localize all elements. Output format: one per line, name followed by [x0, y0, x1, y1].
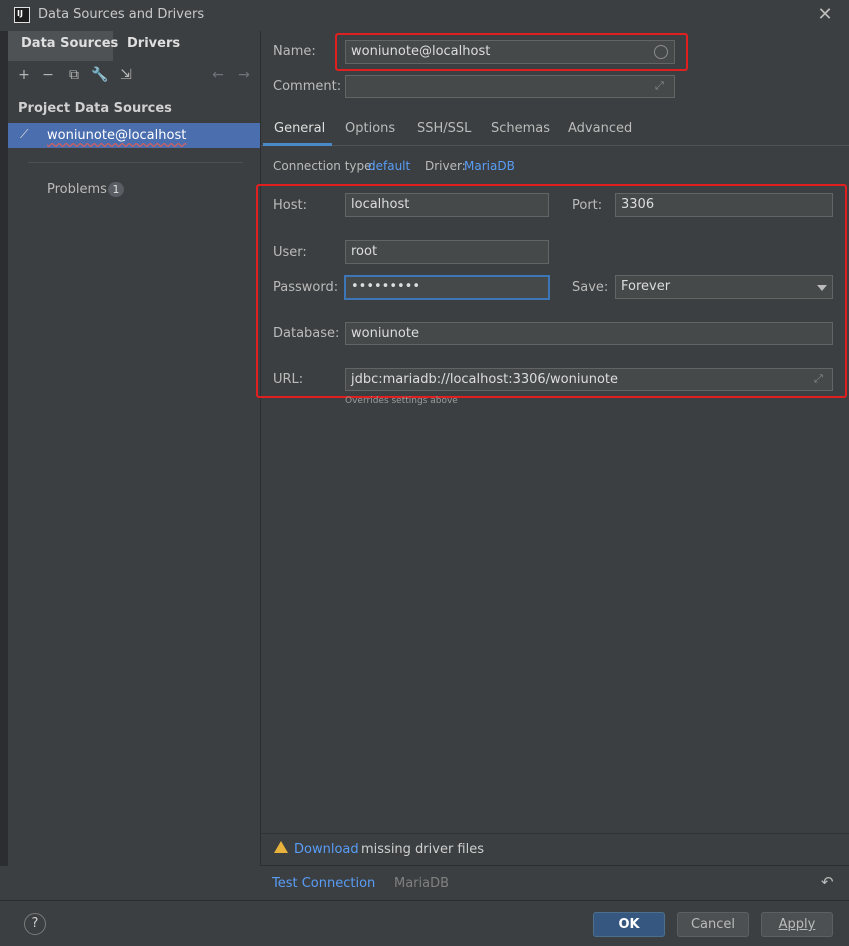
warning-icon: [274, 841, 288, 853]
database-label: Database:: [273, 326, 340, 341]
tab-data-sources-label[interactable]: Data Sources: [21, 36, 118, 51]
tab-general[interactable]: General: [274, 121, 325, 136]
tab-ssh-ssl[interactable]: SSH/SSL: [417, 121, 471, 136]
color-circle-icon[interactable]: [654, 45, 668, 59]
connection-type-link[interactable]: default: [368, 159, 410, 173]
user-label: User:: [273, 245, 307, 260]
warning-text: missing driver files: [361, 842, 485, 857]
intellij-logo-icon: [14, 7, 30, 23]
tab-advanced[interactable]: Advanced: [568, 121, 632, 136]
host-input[interactable]: localhost: [345, 193, 549, 217]
ok-button[interactable]: OK: [593, 912, 665, 937]
divider: [28, 162, 243, 163]
host-label: Host:: [273, 198, 307, 213]
tab-drivers[interactable]: Drivers: [127, 36, 180, 51]
window-title: Data Sources and Drivers: [38, 7, 205, 22]
test-connection-link[interactable]: Test Connection: [272, 876, 375, 891]
tab-options[interactable]: Options: [345, 121, 395, 136]
import-icon[interactable]: ⇲: [117, 66, 135, 84]
comment-label: Comment:: [273, 79, 342, 94]
tab-schemas[interactable]: Schemas: [491, 121, 550, 136]
save-label: Save:: [572, 280, 609, 295]
port-label: Port:: [572, 198, 603, 213]
left-edge: [0, 31, 8, 899]
wrench-icon[interactable]: 🔧: [91, 66, 109, 84]
name-input[interactable]: woniunote@localhost: [345, 40, 675, 64]
data-source-label[interactable]: woniunote@localhost: [47, 128, 186, 143]
driver-link[interactable]: MariaDB: [464, 159, 515, 173]
driver-status: MariaDB: [394, 876, 450, 891]
password-label: Password:: [273, 280, 339, 295]
password-input[interactable]: •••••••••: [344, 275, 550, 300]
problems-count-badge: 1: [108, 182, 124, 197]
comment-input[interactable]: [345, 75, 675, 98]
tabs-baseline: [261, 145, 849, 146]
forward-arrow-icon[interactable]: →: [235, 66, 253, 84]
user-input[interactable]: root: [345, 240, 549, 264]
add-icon[interactable]: +: [15, 66, 33, 84]
driver-label: Driver:: [425, 159, 466, 173]
database-input[interactable]: woniunote: [345, 322, 833, 345]
name-label: Name:: [273, 44, 316, 59]
revert-icon[interactable]: ↶: [821, 873, 834, 891]
expand-icon[interactable]: ⤢: [655, 79, 664, 93]
active-tab-indicator: [263, 143, 332, 146]
connection-type-label: Connection type:: [273, 159, 376, 173]
expand-icon[interactable]: ⤢: [814, 372, 823, 386]
help-icon[interactable]: ?: [24, 913, 46, 935]
url-input[interactable]: jdbc:mariadb://localhost:3306/woniunote: [345, 368, 833, 391]
close-icon[interactable]: ✕: [815, 4, 835, 26]
copy-icon[interactable]: ⧉: [65, 66, 83, 84]
port-input[interactable]: 3306: [615, 193, 833, 217]
cancel-button[interactable]: Cancel: [677, 912, 749, 937]
mariadb-icon: ⟋: [20, 127, 29, 141]
problems-item[interactable]: Problems: [47, 182, 107, 197]
chevron-down-icon[interactable]: [817, 285, 827, 291]
section-title: Project Data Sources: [18, 101, 172, 116]
url-label: URL:: [273, 372, 304, 387]
remove-icon[interactable]: −: [39, 66, 57, 84]
save-select[interactable]: Forever: [615, 275, 833, 299]
back-arrow-icon[interactable]: ←: [209, 66, 227, 84]
url-hint: Overrides settings above: [345, 396, 458, 406]
divider: [261, 865, 849, 866]
apply-button[interactable]: Apply: [761, 912, 833, 937]
download-link[interactable]: Download: [294, 842, 359, 857]
